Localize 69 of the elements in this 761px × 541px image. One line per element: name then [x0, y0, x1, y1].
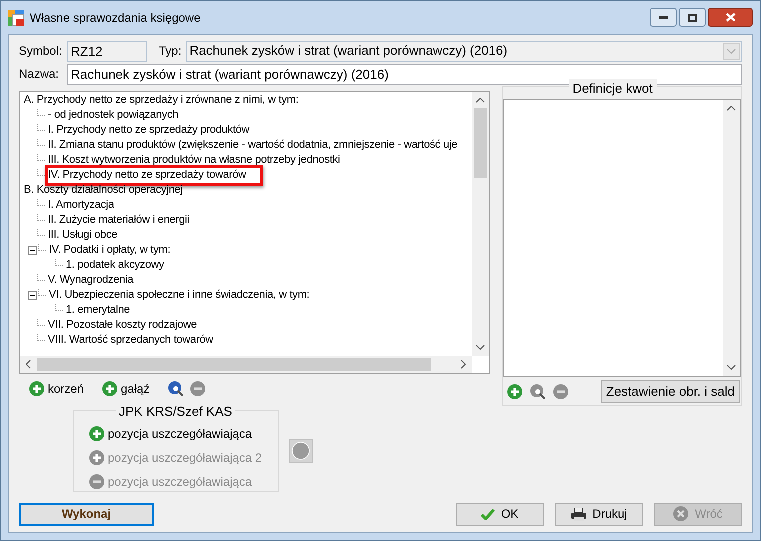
- group-title: Definicje kwot: [568, 79, 657, 98]
- type-label: Typ:: [159, 43, 182, 60]
- toolbar-button[interactable]: korzeń: [29, 380, 84, 398]
- plus-icon: [29, 381, 45, 397]
- tree-item[interactable]: II. Zmiana stanu produktów (zwiększenie - wartość dodatnia, zmniejszenie - wartość uje: [47, 138, 459, 153]
- printer-icon: [570, 508, 587, 520]
- tree-item[interactable]: I. Amortyzacja: [47, 198, 116, 213]
- jpk-button[interactable]: pozycja uszczegóławiająca: [89, 424, 278, 444]
- magnifier-icon: [168, 381, 184, 397]
- type-dropdown[interactable]: Rachunek zysków i strat (wariant porównawczy) (2016): [186, 40, 742, 62]
- tree-item[interactable]: I. Przychody netto ze sprzedaży produktów: [47, 123, 251, 138]
- vertical-scrollbar[interactable]: [723, 100, 740, 376]
- tree-item[interactable]: 1. podatek akcyzowy: [65, 258, 166, 273]
- icon-button[interactable]: [168, 381, 184, 397]
- app-icon: [8, 10, 24, 26]
- run-button[interactable]: Wykonaj: [19, 502, 154, 526]
- print-button[interactable]: Drukuj: [555, 502, 643, 526]
- balance-sheet-button[interactable]: Zestawienie obr. i sald: [601, 380, 740, 403]
- minus-icon: [552, 384, 569, 400]
- checkmark-icon: [481, 508, 496, 520]
- cancel-icon: [673, 506, 690, 522]
- circle-button[interactable]: [289, 439, 313, 463]
- close-icon: [726, 13, 736, 22]
- minus-icon: [190, 381, 206, 397]
- plus-icon: [102, 381, 118, 397]
- minimize-button[interactable]: [650, 8, 677, 27]
- plus-icon: [89, 426, 105, 442]
- scroll-up-icon: [476, 98, 485, 103]
- scroll-down-icon: [727, 365, 736, 370]
- tree-item[interactable]: III. Koszt wytworzenia produktów na własne potrzeby jednostki: [47, 153, 342, 168]
- scroll-thumb[interactable]: [37, 358, 431, 371]
- scroll-down-icon: [476, 345, 485, 350]
- tree-item[interactable]: V. Wynagrodzenia: [47, 273, 135, 288]
- magnifier-icon: [530, 384, 546, 400]
- tree-item[interactable]: - od jednostek powiązanych: [47, 108, 180, 123]
- scroll-up-icon: [727, 106, 736, 111]
- name-field[interactable]: Rachunek zysków i strat (wariant porównawczy) (2016): [67, 64, 742, 84]
- tree-item[interactable]: VIII. Wartość sprzedanych towarów: [47, 333, 214, 348]
- vertical-scrollbar[interactable]: [472, 92, 489, 356]
- tree-item[interactable]: III. Usługi obce: [47, 228, 119, 243]
- tree-item[interactable]: IV. Przychody netto ze sprzedaży towarów: [47, 168, 248, 183]
- scroll-right-icon: [460, 360, 466, 369]
- scroll-left-icon: [26, 360, 31, 369]
- horizontal-scrollbar[interactable]: [20, 356, 472, 373]
- tree-item[interactable]: 1. emerytalne: [65, 303, 132, 318]
- symbol-field: RZ12: [67, 40, 147, 62]
- ok-button[interactable]: OK: [456, 502, 544, 526]
- chevron-down-icon: [727, 48, 736, 54]
- toolbar-button[interactable]: gałąź: [102, 380, 150, 398]
- circle-icon: [292, 442, 310, 460]
- maximize-button[interactable]: [679, 8, 706, 27]
- tree-item[interactable]: A. Przychody netto ze sprzedaży i zrównane z nimi, w tym:: [23, 93, 300, 108]
- close-button[interactable]: [708, 8, 753, 27]
- tree-item[interactable]: VI. Ubezpieczenia społeczne i inne świadczenia, w tym:: [48, 288, 311, 303]
- plus-icon: [506, 384, 523, 400]
- maximize-icon: [688, 14, 697, 22]
- tree-item[interactable]: II. Zużycie materiałów i energii: [47, 213, 191, 228]
- tree-item[interactable]: IV. Podatki i opłaty, w tym:: [48, 243, 172, 258]
- icon-button[interactable]: [506, 384, 523, 400]
- collapse-toggle[interactable]: [28, 291, 37, 300]
- symbol-label: Symbol:: [19, 43, 63, 60]
- tree-item[interactable]: VII. Pozostałe koszty rodzajowe: [47, 318, 198, 333]
- plus-icon: [89, 450, 105, 466]
- collapse-toggle[interactable]: [28, 246, 37, 255]
- scroll-thumb[interactable]: [474, 108, 487, 178]
- name-label: Nazwa:: [19, 66, 60, 83]
- minimize-icon: [659, 16, 668, 19]
- window-title: Własne sprawozdania księgowe: [30, 10, 202, 26]
- tree-item[interactable]: B. Koszty działalności operacyjnej: [23, 183, 184, 198]
